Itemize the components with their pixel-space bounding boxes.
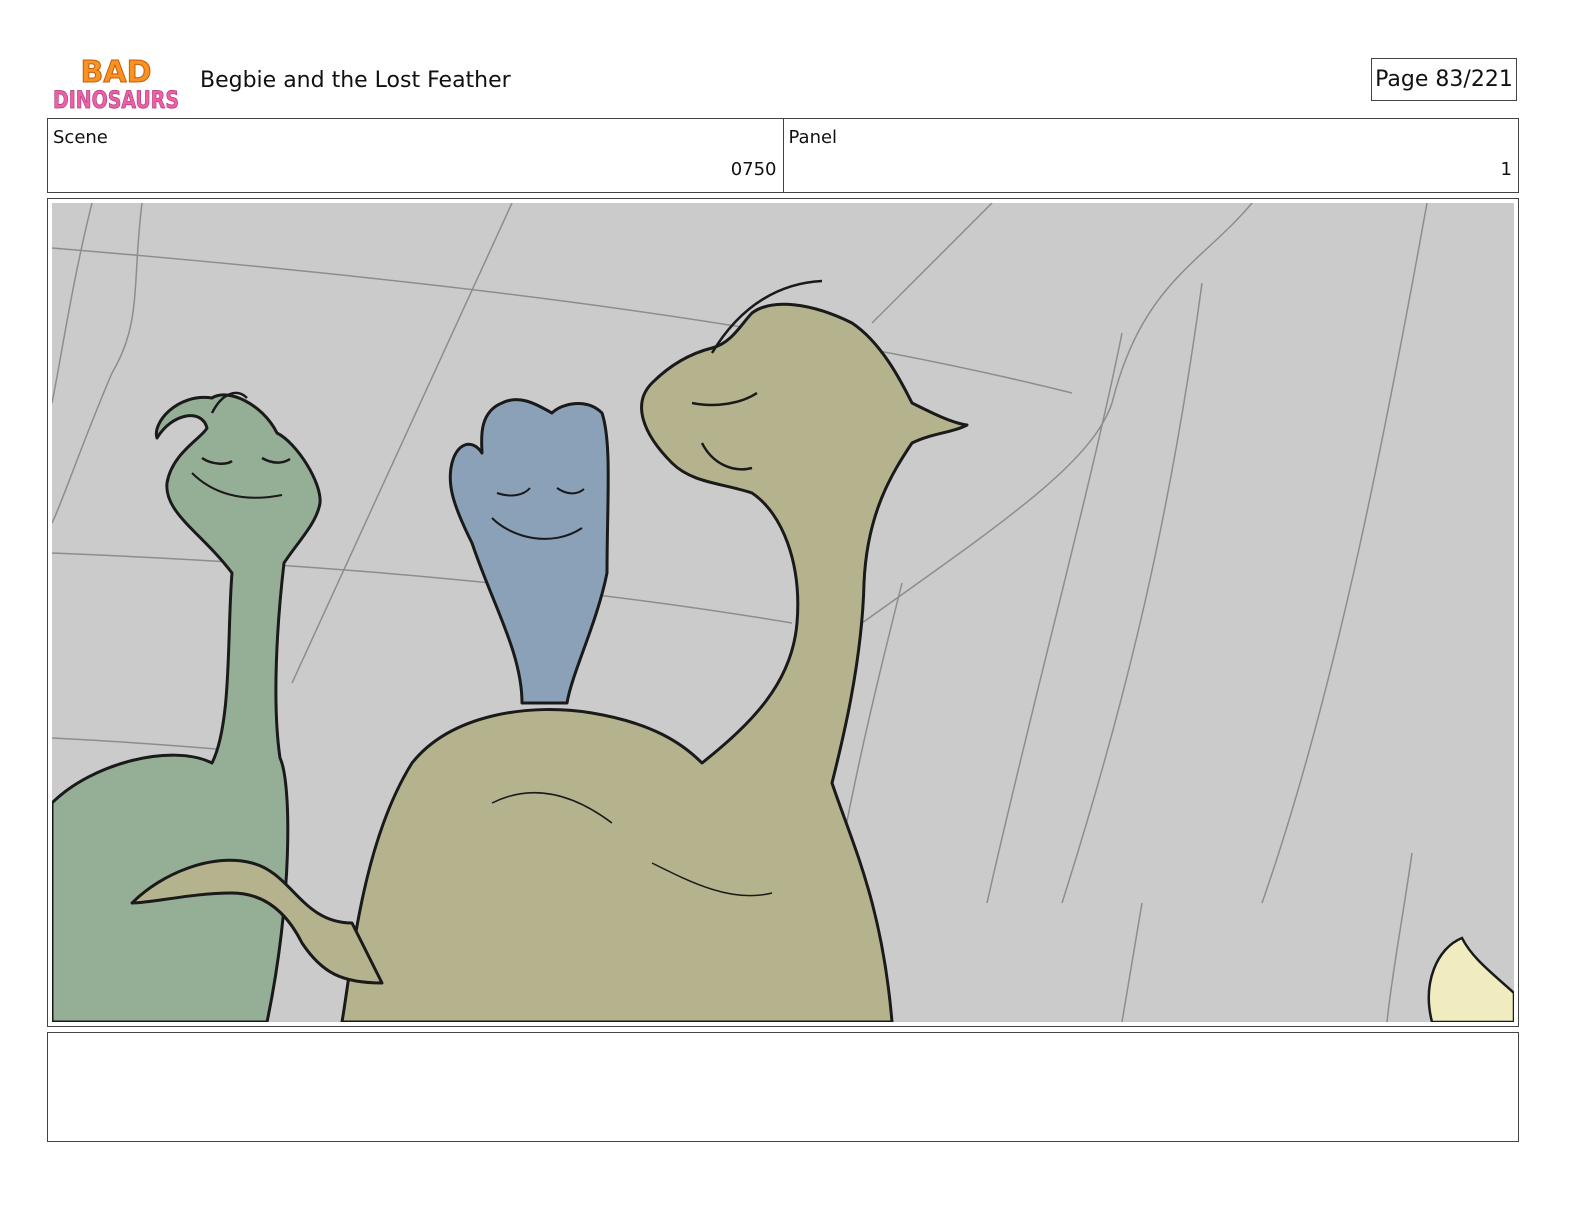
scene-label: Scene [53,127,108,148]
page-label: Page [1375,67,1429,92]
document-title: Begbie and the Lost Feather [200,68,511,93]
feather-icon [1427,936,1514,1022]
scene-cell: Scene 0750 [48,119,783,192]
storyboard-artwork [52,203,1514,1022]
panel-notes [47,1032,1519,1142]
storyboard-panel-frame [47,198,1519,1027]
blue-dinosaur-icon [448,398,610,705]
panel-label: Panel [788,127,838,148]
page-value: 83/221 [1435,67,1513,92]
storyboard-drawing [52,203,1514,1022]
page-counter: Page 83/221 [1371,58,1517,101]
logo-line-1: BAD [81,55,152,90]
logo-line-2: DINOSAURS [53,86,179,114]
panel-cell: Panel 1 [782,119,1519,192]
panel-value: 1 [1500,159,1512,180]
scene-panel-info: Scene 0750 Panel 1 [47,118,1519,193]
scene-value: 0750 [730,159,777,180]
green-dinosaur-icon [52,391,322,1022]
bad-dinosaurs-logo: BAD DINOSAURS [52,52,184,115]
